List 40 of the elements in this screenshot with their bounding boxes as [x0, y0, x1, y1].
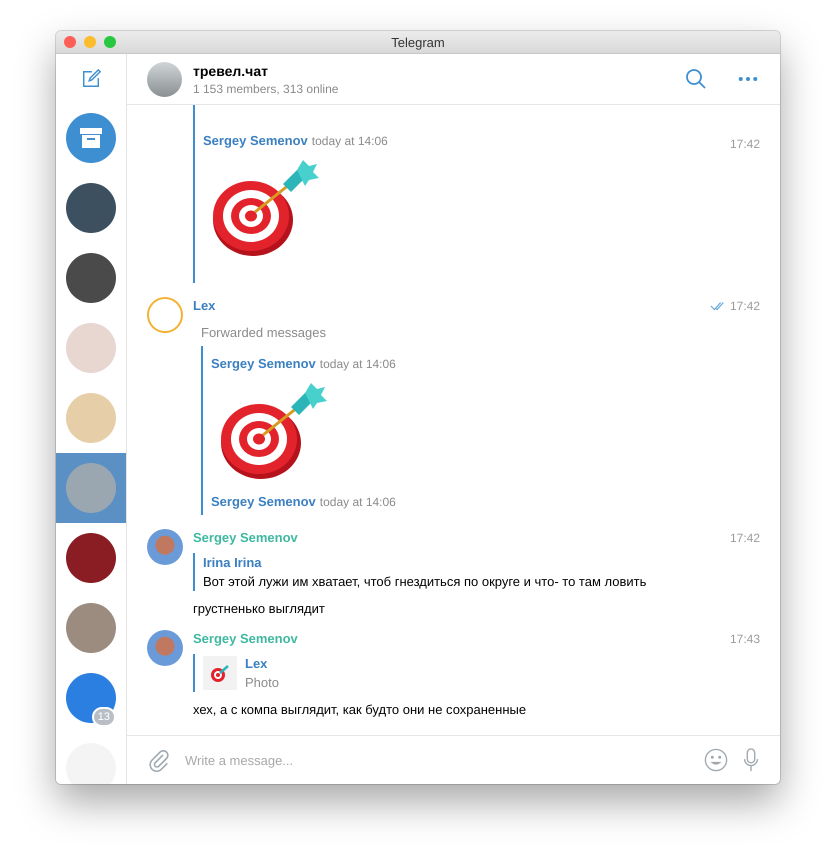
reply-text: Вот этой лужи им хватает, чтоб гнездиться по округе и что- то там ловить — [203, 574, 646, 589]
message-text: грустненько выглядит — [193, 601, 326, 616]
window-title: Telegram — [391, 34, 445, 50]
sender-name[interactable]: Lex — [193, 298, 216, 313]
microphone-icon[interactable] — [742, 748, 760, 772]
forward-author[interactable]: Sergey Semenov — [203, 133, 308, 148]
user-avatar — [147, 529, 183, 565]
group-avatar — [147, 62, 182, 96]
member-count: 1 153 members, 313 online — [193, 82, 340, 96]
search-icon[interactable] — [685, 68, 707, 90]
unread-badge: 13 — [92, 707, 116, 727]
chat-title: тревел.чат — [193, 62, 269, 78]
forward-date: today at 14:06 — [320, 495, 396, 509]
photo-thumbnail — [203, 656, 237, 690]
compose-icon[interactable] — [81, 69, 101, 89]
message-time: 17:43 — [730, 632, 760, 646]
zoom-button[interactable] — [104, 36, 116, 48]
reply-text: Photo — [245, 675, 279, 690]
message-input[interactable]: Write a message... — [185, 748, 690, 772]
forward-date: today at 14:06 — [312, 134, 388, 148]
forward-date: today at 14:06 — [320, 357, 396, 371]
message-time: 17:42 — [730, 137, 760, 151]
forward-author[interactable]: Sergey Semenov — [211, 356, 316, 371]
reply-author[interactable]: Lex — [245, 656, 279, 671]
minimize-button[interactable] — [84, 36, 96, 48]
forward-author[interactable]: Sergey Semenov — [211, 494, 316, 509]
message-time: 17:42 — [730, 299, 760, 313]
paperclip-icon[interactable] — [147, 748, 171, 772]
sender-name[interactable]: Sergey Semenov — [193, 631, 298, 646]
message-text: хех, а с компа выглядит, как будто они не сохраненные — [193, 702, 528, 717]
more-icon[interactable] — [738, 76, 758, 82]
close-button[interactable] — [64, 36, 76, 48]
reply-author[interactable]: Irina Irina — [203, 555, 646, 570]
user-avatar — [147, 297, 183, 333]
message-time: 17:42 — [730, 531, 760, 545]
emoji-icon[interactable] — [704, 748, 728, 772]
forward-caption: Forwarded messages — [201, 325, 327, 340]
sender-name[interactable]: Sergey Semenov — [193, 530, 298, 545]
user-avatar — [147, 630, 183, 666]
archive-icon[interactable] — [66, 113, 116, 163]
